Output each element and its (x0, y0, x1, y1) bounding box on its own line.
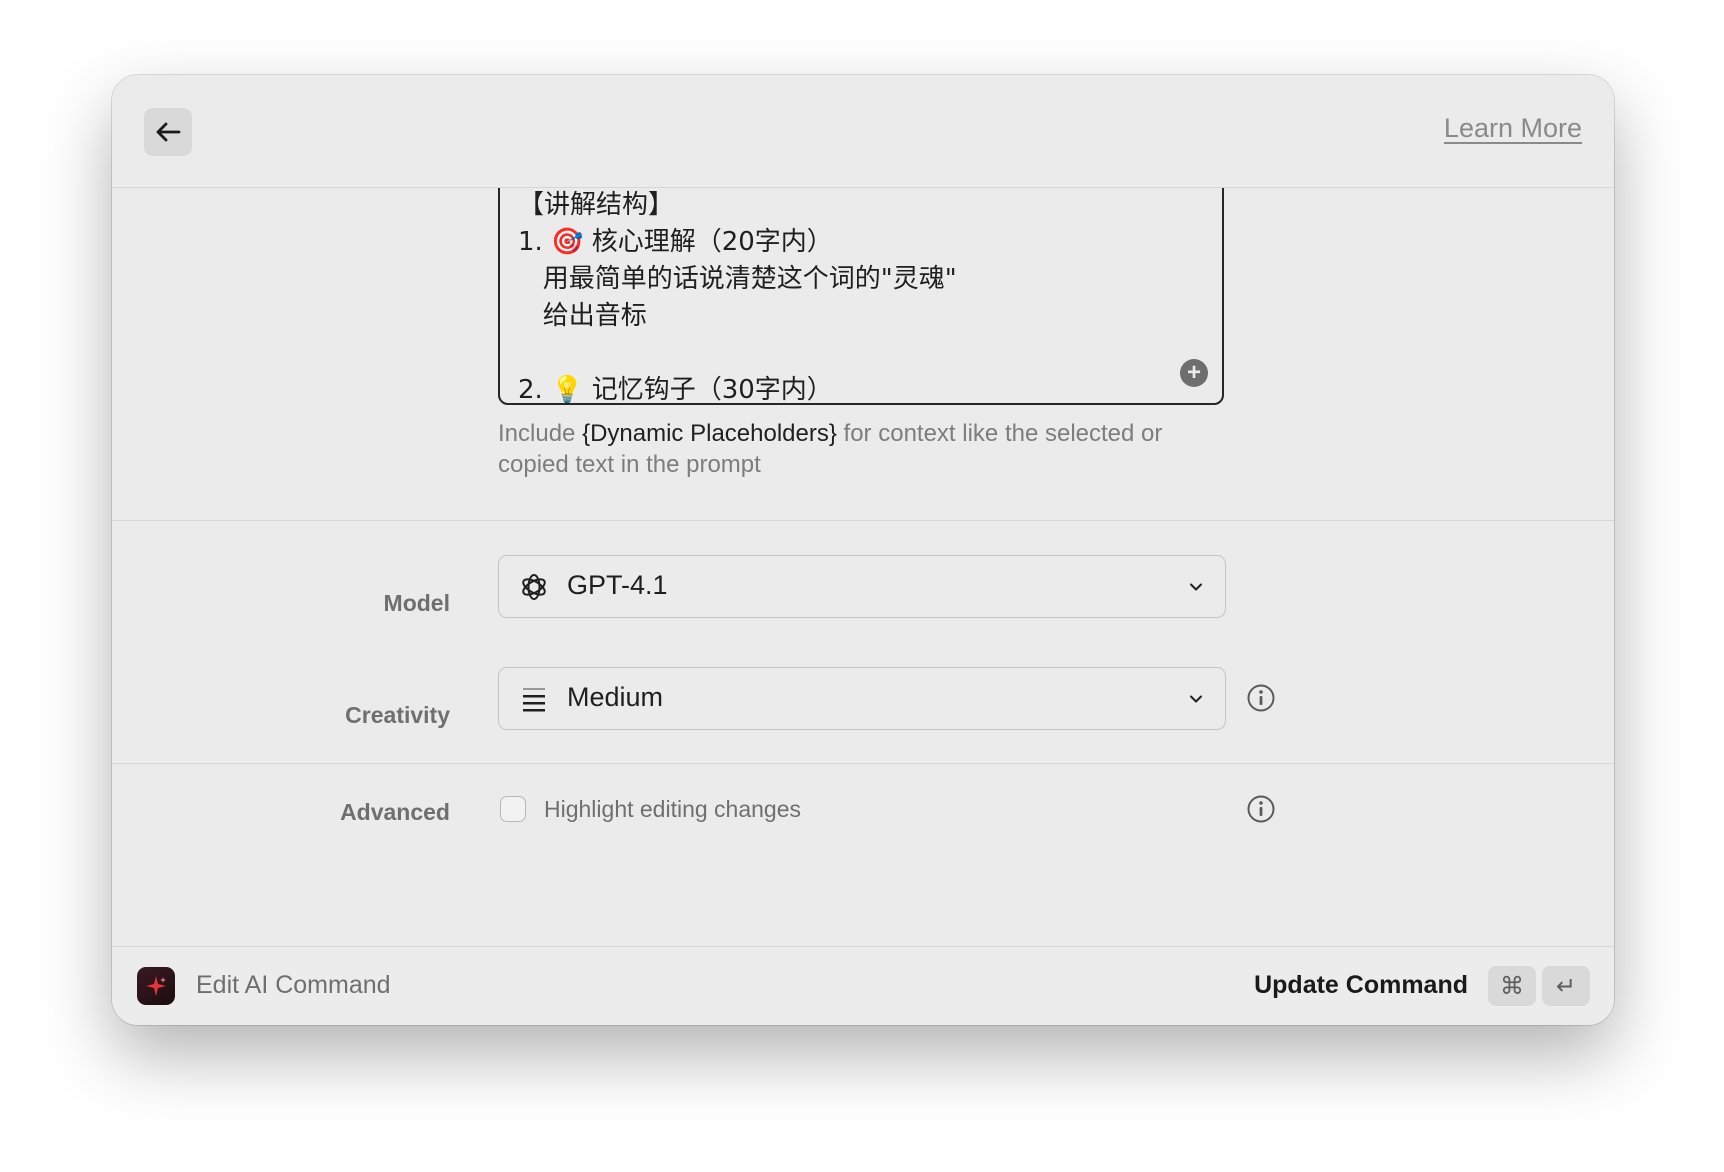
window-header: Learn More (112, 75, 1614, 188)
model-label: Model (383, 590, 450, 616)
highlight-changes-checkbox[interactable] (500, 796, 526, 822)
creativity-value: Medium (567, 682, 664, 712)
highlight-changes-label[interactable]: Highlight editing changes (544, 796, 801, 823)
footer-bar: Edit AI Command Update Command ⌘ ↵ (112, 946, 1614, 1025)
section-divider (112, 520, 1614, 521)
dynamic-placeholders-link: {Dynamic Placeholders} (582, 420, 837, 447)
plus-circle-icon[interactable]: + (1180, 359, 1208, 387)
info-icon[interactable] (1246, 683, 1276, 713)
arrow-left-icon (156, 122, 181, 142)
openai-icon (522, 574, 546, 600)
medium-bars-icon (523, 688, 545, 712)
creativity-label: Creativity (345, 702, 450, 728)
advanced-label: Advanced (340, 799, 450, 825)
info-icon[interactable] (1246, 794, 1276, 824)
placeholder-hint: Include {Dynamic Placeholders} for conte… (498, 418, 1238, 480)
learn-more-link[interactable]: Learn More (1444, 113, 1582, 144)
model-select[interactable]: GPT-4.1 (498, 555, 1226, 618)
creativity-select[interactable]: Medium (498, 667, 1226, 730)
chevron-down-icon (1190, 695, 1202, 703)
edit-ai-command-window: 【讲解结构】 1. 🎯 核心理解（20字内） 用最简单的话说清楚这个词的"灵魂"… (112, 75, 1614, 1025)
prompt-text[interactable]: 【讲解结构】 1. 🎯 核心理解（20字内） 用最简单的话说清楚这个词的"灵魂"… (518, 187, 957, 403)
command-key-icon: ⌘ (1488, 966, 1536, 1006)
return-key-icon: ↵ (1542, 966, 1590, 1006)
chevron-down-icon (1190, 583, 1202, 591)
footer-title: Edit AI Command (196, 971, 391, 999)
model-value: GPT-4.1 (567, 570, 668, 600)
section-divider (112, 763, 1614, 764)
hint-text-before: Include (498, 420, 583, 447)
back-button[interactable] (144, 108, 192, 156)
update-command-button[interactable]: Update Command (1254, 971, 1468, 1000)
ai-sparkle-icon (137, 967, 175, 1005)
